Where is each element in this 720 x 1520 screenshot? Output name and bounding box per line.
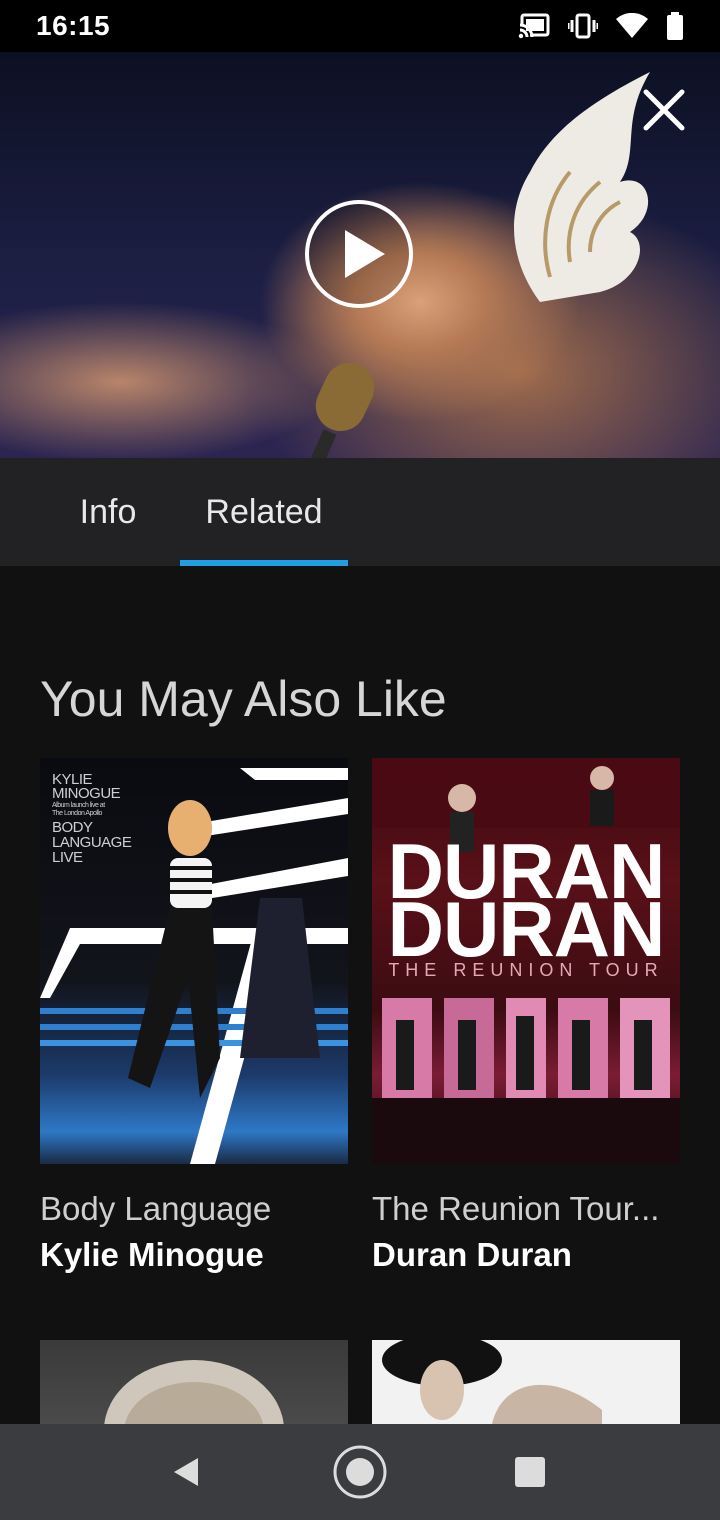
item-artist: Duran Duran	[372, 1236, 572, 1273]
related-item-card-partial[interactable]	[372, 1340, 680, 1424]
related-item-card-partial[interactable]	[40, 1340, 348, 1424]
vibrate-icon	[568, 13, 598, 39]
cover-text-line: LIVE	[52, 849, 83, 866]
cover-text-line: DURAN	[387, 885, 666, 973]
item-artist: Kylie Minogue	[40, 1236, 264, 1273]
cover-text-line: Album launch live at	[52, 802, 105, 809]
tab-info[interactable]: Info	[40, 458, 176, 566]
system-nav-bar	[0, 1424, 720, 1520]
wifi-icon	[616, 13, 648, 38]
cover-text-line: THE REUNION TOUR	[388, 960, 664, 980]
status-time: 16:15	[36, 10, 111, 41]
status-icons	[518, 12, 684, 40]
tab-related[interactable]: Related	[180, 458, 348, 566]
cover-text-line: LANGUAGE	[52, 834, 132, 851]
cover-art-graphic	[104, 1360, 284, 1424]
video-hero[interactable]	[0, 52, 720, 458]
hero-microphone-art	[310, 362, 375, 458]
section-title: You May Also Like	[40, 671, 447, 727]
cover-text-line: BODY	[52, 819, 93, 836]
close-icon[interactable]	[640, 86, 688, 134]
album-cover: DURAN DURAN THE REUNION TOUR	[372, 758, 680, 1164]
tab-selected-indicator	[180, 560, 348, 566]
item-title: The Reunion Tour...	[372, 1190, 660, 1227]
tab-bar: Info Related	[0, 458, 720, 566]
home-icon[interactable]	[332, 1444, 388, 1500]
cast-icon	[518, 13, 550, 39]
status-bar: 16:15	[0, 0, 720, 52]
related-item-card[interactable]: KYLIE MINOGUE Album launch live at The L…	[40, 758, 348, 1274]
item-title: Body Language	[40, 1190, 272, 1227]
play-icon[interactable]	[303, 198, 415, 310]
related-item-card[interactable]: DURAN DURAN THE REUNION TOUR The Reunion…	[372, 758, 680, 1274]
recents-icon[interactable]	[502, 1444, 558, 1500]
battery-icon	[667, 12, 683, 40]
album-cover: KYLIE MINOGUE Album launch live at The L…	[40, 758, 348, 1164]
cover-text-line: The London Apollo	[52, 810, 102, 817]
back-icon[interactable]	[160, 1444, 216, 1500]
cover-text-line: MINOGUE	[52, 785, 121, 802]
cover-art-graphic	[382, 1340, 602, 1424]
